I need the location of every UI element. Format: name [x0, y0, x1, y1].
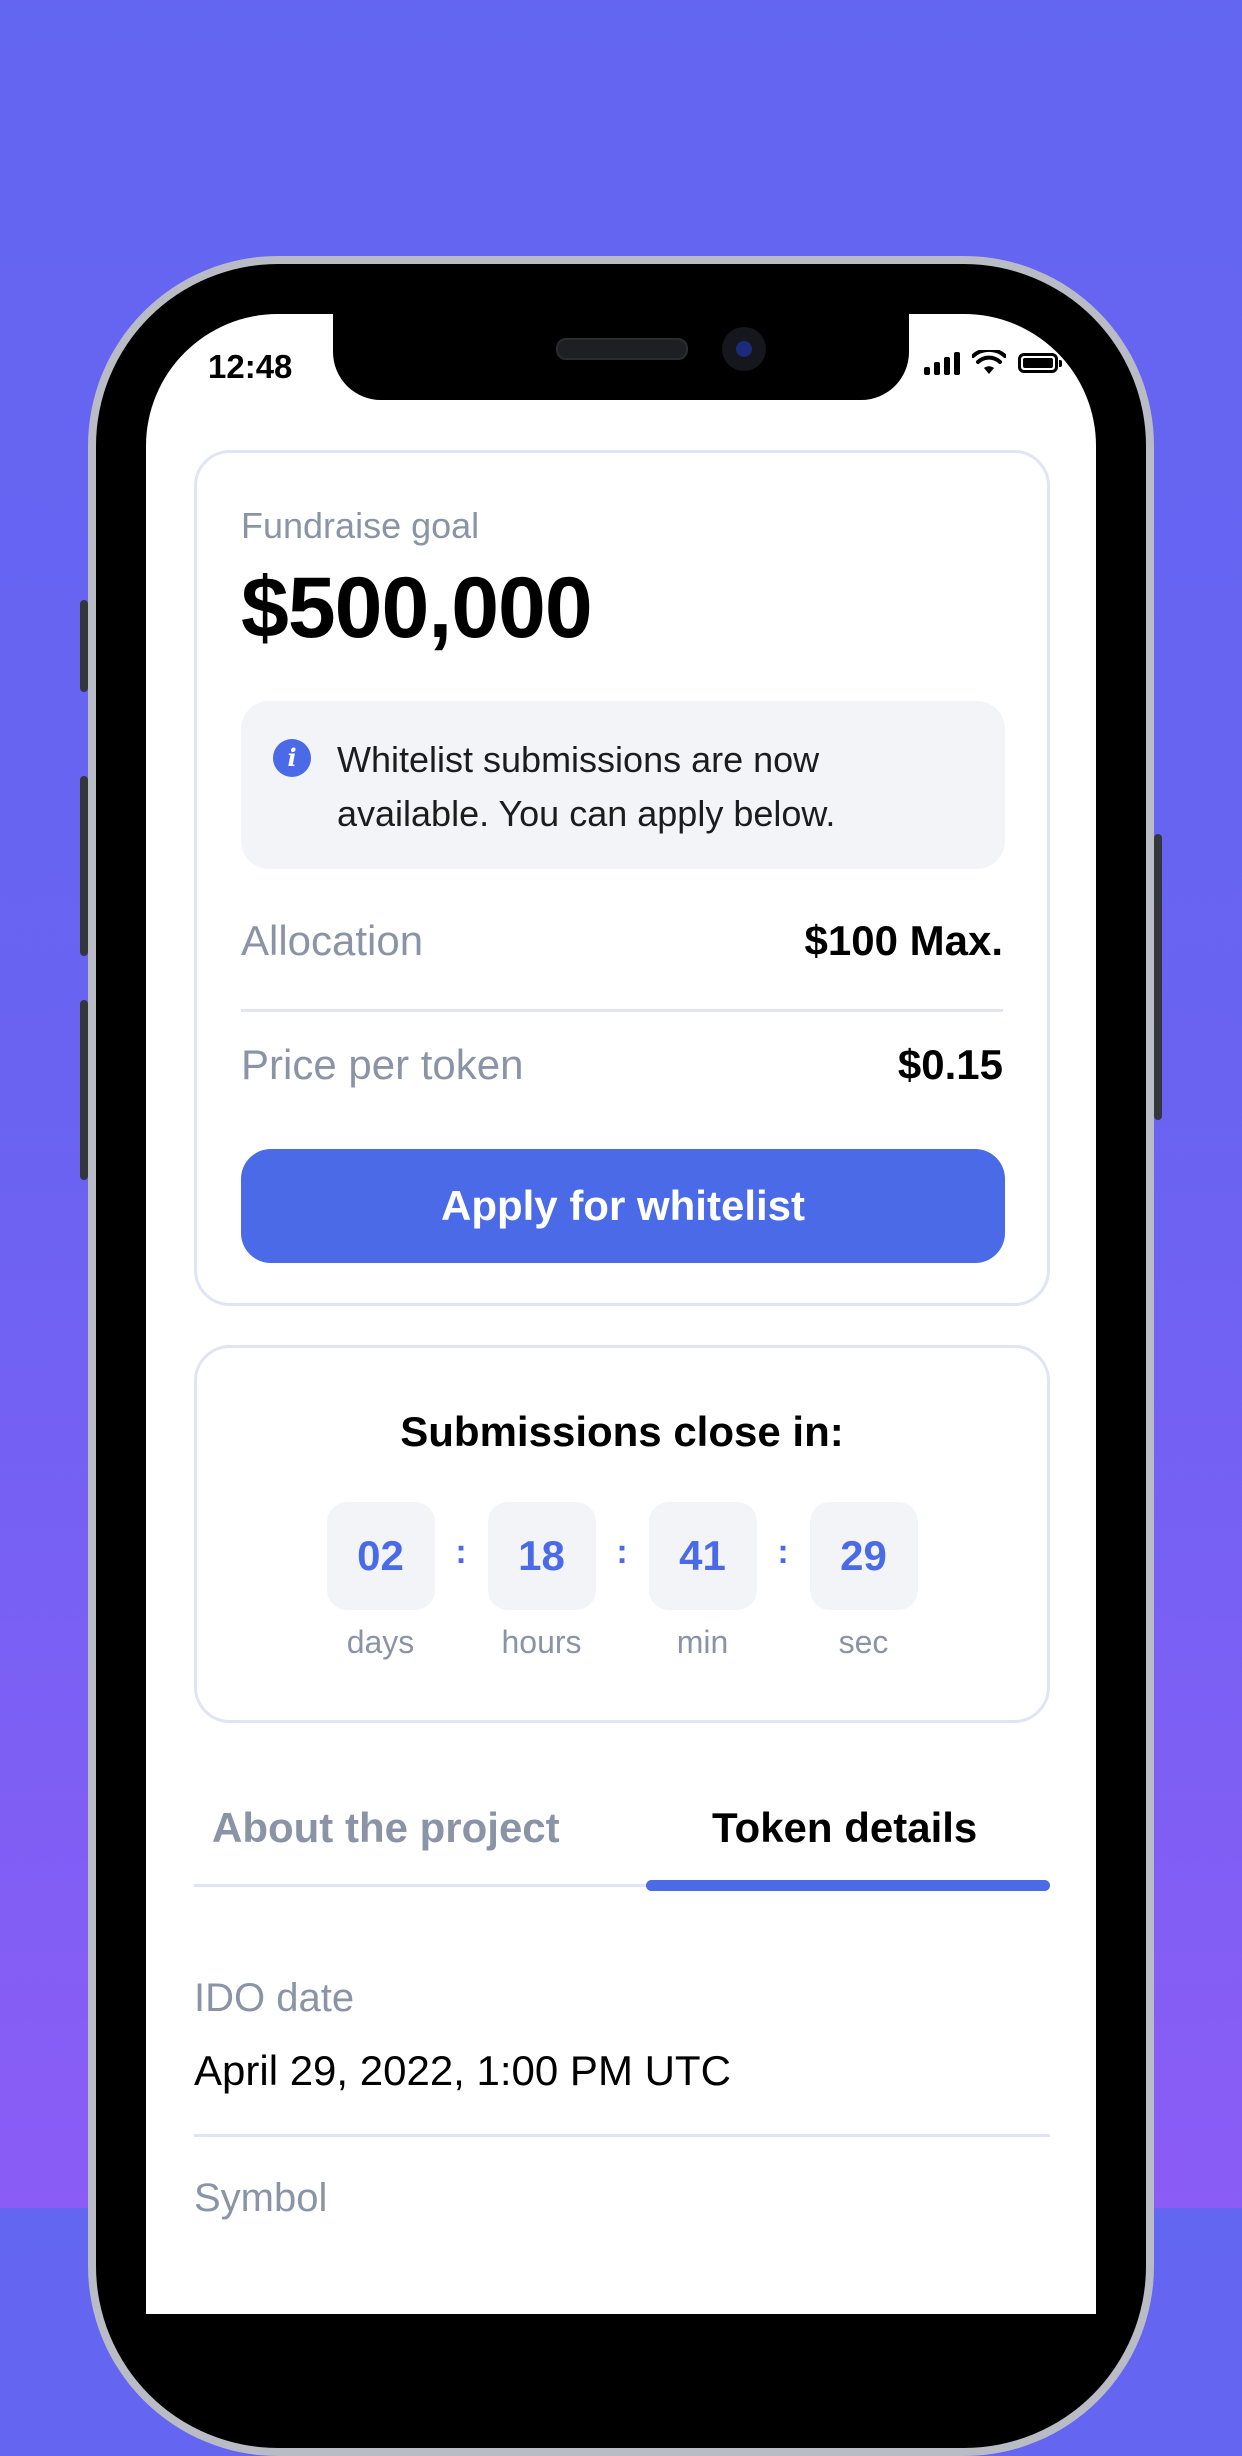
- countdown-days-label: days: [346, 1624, 415, 1660]
- tab-bar: About the project Token details: [194, 1804, 1050, 1892]
- info-banner: i Whitelist submissions are now availabl…: [241, 701, 1005, 869]
- countdown-days-value: 02: [326, 1502, 435, 1610]
- front-camera: [722, 327, 766, 371]
- apply-for-whitelist-button[interactable]: Apply for whitelist: [241, 1149, 1005, 1263]
- detail-divider: [194, 2134, 1050, 2137]
- speaker: [556, 338, 688, 360]
- tab-about-the-project[interactable]: About the project: [212, 1804, 560, 1852]
- fundraise-goal-value: $500,000: [241, 560, 593, 656]
- countdown-minutes-value: 41: [648, 1502, 757, 1610]
- volume-up-button: [80, 776, 88, 956]
- wifi-icon: [972, 350, 1006, 374]
- countdown-seconds: 29 sec: [809, 1502, 918, 1661]
- symbol-label: Symbol: [194, 2176, 328, 2220]
- countdown-separator: :: [616, 1533, 628, 1571]
- power-button: [1154, 834, 1162, 1120]
- info-text: Whitelist submissions are now available.…: [337, 739, 836, 834]
- volume-down-button: [80, 1000, 88, 1180]
- allocation-value: $100 Max.: [804, 917, 1003, 964]
- countdown-days: 02 days: [326, 1502, 435, 1661]
- tab-token-details[interactable]: Token details: [712, 1804, 977, 1852]
- cellular-signal-icon: [924, 351, 960, 375]
- countdown-seconds-value: 29: [809, 1502, 918, 1610]
- price-per-token-value: $0.15: [897, 1041, 1003, 1088]
- countdown-card: Submissions close in: 02 days : 18 hours…: [194, 1345, 1050, 1723]
- notch: [333, 314, 909, 400]
- countdown-separator: :: [455, 1533, 467, 1571]
- countdown-hours-value: 18: [487, 1502, 596, 1610]
- status-time: 12:48: [208, 348, 293, 385]
- countdown-minutes: 41 min: [648, 1502, 757, 1661]
- mute-switch: [80, 600, 88, 692]
- countdown-separator: :: [777, 1533, 789, 1571]
- status-icons: [924, 350, 1062, 376]
- battery-icon: [1018, 353, 1062, 373]
- countdown-minutes-label: min: [676, 1624, 729, 1660]
- ido-date-label: IDO date: [194, 1976, 355, 2020]
- countdown-seconds-label: sec: [838, 1624, 889, 1660]
- active-tab-indicator: [646, 1880, 1050, 1891]
- countdown-title: Submissions close in:: [400, 1408, 844, 1455]
- countdown-hours: 18 hours: [487, 1502, 596, 1661]
- phone-screen: 12:48 Fundraise goal $500,000 i Whitelis…: [146, 314, 1096, 2314]
- ido-date-value: April 29, 2022, 1:00 PM UTC: [194, 2047, 731, 2094]
- allocation-label: Allocation: [241, 917, 424, 964]
- fundraise-goal-label: Fundraise goal: [241, 505, 480, 546]
- divider: [241, 1009, 1003, 1012]
- info-icon: i: [273, 739, 311, 777]
- price-per-token-label: Price per token: [241, 1041, 524, 1088]
- countdown-hours-label: hours: [501, 1624, 582, 1660]
- fundraise-card: Fundraise goal $500,000 i Whitelist subm…: [194, 450, 1050, 1306]
- countdown-timer: 02 days : 18 hours : 41 min : 29 sec: [197, 1502, 1047, 1661]
